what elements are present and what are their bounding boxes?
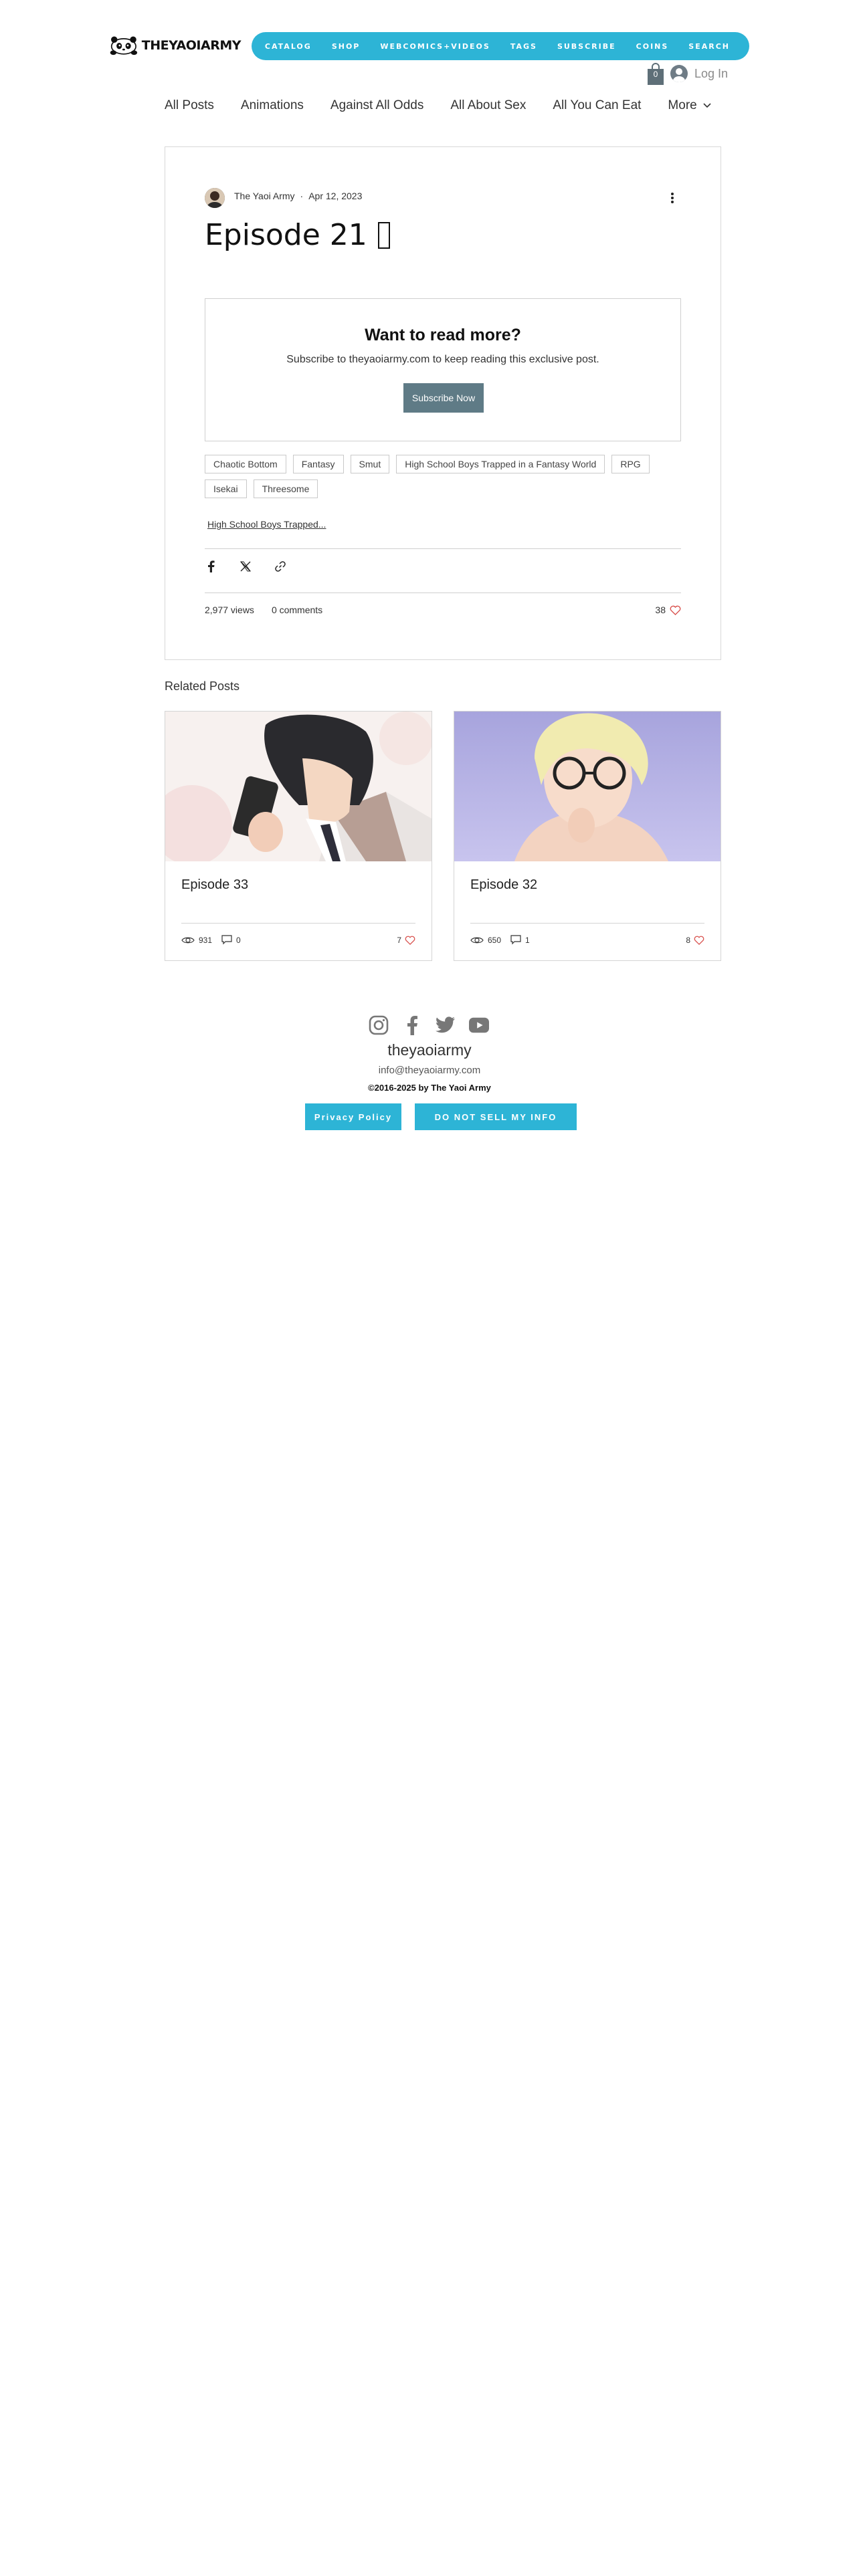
related-comments[interactable]: 1 bbox=[510, 935, 530, 945]
related-like-count: 7 bbox=[397, 935, 401, 945]
divider bbox=[205, 548, 681, 549]
related-likes[interactable]: 7 bbox=[397, 936, 415, 945]
post-title-text: Episode 21 bbox=[205, 218, 367, 252]
post-likes[interactable]: 38 bbox=[655, 605, 681, 615]
chevron-down-icon bbox=[703, 103, 711, 108]
tag-rpg[interactable]: RPG bbox=[611, 455, 650, 473]
nav-shop[interactable]: SHOP bbox=[322, 42, 371, 51]
main-nav: CATALOG SHOP WEBCOMICS+VIDEOS TAGS SUBSC… bbox=[252, 32, 749, 60]
user-avatar-icon bbox=[670, 65, 688, 82]
author-avatar[interactable] bbox=[205, 188, 225, 208]
social-links bbox=[369, 1015, 489, 1035]
heart-icon bbox=[670, 605, 681, 615]
category-all-you-can-eat[interactable]: All You Can Eat bbox=[553, 98, 641, 113]
site-logo[interactable]: THEYAOIARMY bbox=[110, 31, 242, 60]
category-against-all-odds[interactable]: Against All Odds bbox=[330, 98, 423, 113]
related-post-title[interactable]: Episode 32 bbox=[470, 877, 537, 893]
eye-icon bbox=[470, 937, 484, 943]
post-stats: 2,977 views 0 comments 38 bbox=[205, 605, 681, 615]
meta-separator: · bbox=[300, 191, 304, 201]
footer-email[interactable]: info@theyaoiarmy.com bbox=[0, 1065, 859, 1076]
post-comments[interactable]: 0 comments bbox=[272, 605, 322, 615]
more-label: More bbox=[668, 98, 697, 112]
comment-icon bbox=[221, 935, 232, 945]
x-share-icon[interactable] bbox=[240, 560, 252, 572]
related-posts-heading: Related Posts bbox=[165, 679, 240, 693]
eye-icon bbox=[181, 937, 195, 943]
heart-icon bbox=[694, 936, 704, 945]
login-button[interactable]: Log In bbox=[670, 63, 728, 84]
cart-button[interactable]: 0 bbox=[646, 63, 665, 86]
footer-copyright: ©2016-2025 by The Yaoi Army bbox=[368, 1083, 491, 1093]
logo-text: THEYAOIARMY bbox=[141, 38, 242, 53]
youtube-icon[interactable] bbox=[469, 1015, 489, 1035]
nav-subscribe[interactable]: SUBSCRIBE bbox=[547, 42, 626, 51]
nav-webcomics-videos[interactable]: WEBCOMICS+VIDEOS bbox=[370, 42, 500, 51]
post-title: Episode 21 bbox=[205, 218, 390, 252]
subscribe-now-button[interactable]: Subscribe Now bbox=[403, 383, 484, 413]
category-more-dropdown[interactable]: More bbox=[668, 98, 711, 113]
related-post-card[interactable]: Episode 32 650 1 8 bbox=[454, 711, 721, 961]
related-post-title[interactable]: Episode 33 bbox=[181, 877, 248, 893]
more-actions-icon[interactable] bbox=[666, 190, 678, 206]
privacy-policy-button[interactable]: Privacy Policy bbox=[305, 1103, 401, 1130]
tag-list: Chaotic Bottom Fantasy Smut High School … bbox=[205, 455, 681, 498]
do-not-sell-button[interactable]: DO NOT SELL MY INFO bbox=[415, 1103, 577, 1130]
link-share-icon[interactable] bbox=[274, 560, 286, 572]
related-comments[interactable]: 0 bbox=[221, 935, 241, 945]
instagram-icon[interactable] bbox=[369, 1015, 389, 1035]
related-post-stats: 931 0 7 bbox=[181, 935, 415, 945]
related-view-count: 650 bbox=[488, 935, 502, 945]
facebook-share-icon[interactable] bbox=[205, 560, 217, 572]
tag-isekai[interactable]: Isekai bbox=[205, 479, 247, 498]
login-label: Log In bbox=[694, 66, 729, 80]
heart-icon bbox=[405, 936, 415, 945]
missing-glyph-icon bbox=[377, 221, 390, 249]
tag-fantasy[interactable]: Fantasy bbox=[292, 455, 344, 473]
related-like-count: 8 bbox=[686, 935, 690, 945]
footer-site-name: theyaoiarmy bbox=[387, 1041, 472, 1059]
related-views: 650 bbox=[470, 936, 501, 945]
category-all-posts[interactable]: All Posts bbox=[165, 98, 214, 113]
tag-threesome[interactable]: Threesome bbox=[253, 479, 318, 498]
divider bbox=[181, 923, 415, 924]
related-views: 931 bbox=[181, 936, 212, 945]
tag-chaotic-bottom[interactable]: Chaotic Bottom bbox=[205, 455, 286, 473]
comment-icon bbox=[510, 935, 521, 945]
nav-tags[interactable]: TAGS bbox=[500, 42, 547, 51]
nav-coins[interactable]: COINS bbox=[626, 42, 679, 51]
related-post-stats: 650 1 8 bbox=[470, 935, 704, 945]
post-views: 2,977 views bbox=[205, 605, 254, 615]
share-bar bbox=[205, 560, 286, 572]
category-menu: All Posts Animations Against All Odds Al… bbox=[165, 94, 720, 118]
related-comment-count: 1 bbox=[525, 935, 530, 945]
category-all-about-sex[interactable]: All About Sex bbox=[450, 98, 526, 113]
post-meta: The Yaoi Army · Apr 12, 2023 bbox=[234, 191, 362, 201]
related-likes[interactable]: 8 bbox=[686, 936, 704, 945]
related-view-count: 931 bbox=[199, 935, 213, 945]
author-name[interactable]: The Yaoi Army bbox=[234, 191, 295, 201]
related-post-image bbox=[165, 712, 432, 861]
facebook-icon[interactable] bbox=[402, 1015, 422, 1035]
panda-logo-icon bbox=[110, 36, 138, 56]
paywall-text: Subscribe to theyaoiarmy.com to keep rea… bbox=[286, 354, 599, 365]
nav-catalog[interactable]: CATALOG bbox=[255, 42, 322, 51]
related-post-card[interactable]: Episode 33 931 0 7 bbox=[165, 711, 432, 961]
series-link[interactable]: High School Boys Trapped... bbox=[207, 519, 326, 530]
divider bbox=[470, 923, 704, 924]
tag-high-school-boys[interactable]: High School Boys Trapped in a Fantasy Wo… bbox=[396, 455, 605, 473]
paywall-box: Want to read more? Subscribe to theyaoia… bbox=[205, 298, 681, 441]
tag-smut[interactable]: Smut bbox=[350, 455, 390, 473]
twitter-icon[interactable] bbox=[436, 1015, 456, 1035]
category-animations[interactable]: Animations bbox=[241, 98, 304, 113]
like-count: 38 bbox=[655, 605, 666, 615]
related-post-image bbox=[454, 712, 721, 861]
related-comment-count: 0 bbox=[236, 935, 241, 945]
cart-count: 0 bbox=[653, 70, 658, 79]
paywall-heading: Want to read more? bbox=[365, 326, 521, 344]
nav-search[interactable]: SEARCH bbox=[678, 42, 740, 51]
post-date: Apr 12, 2023 bbox=[308, 191, 363, 201]
